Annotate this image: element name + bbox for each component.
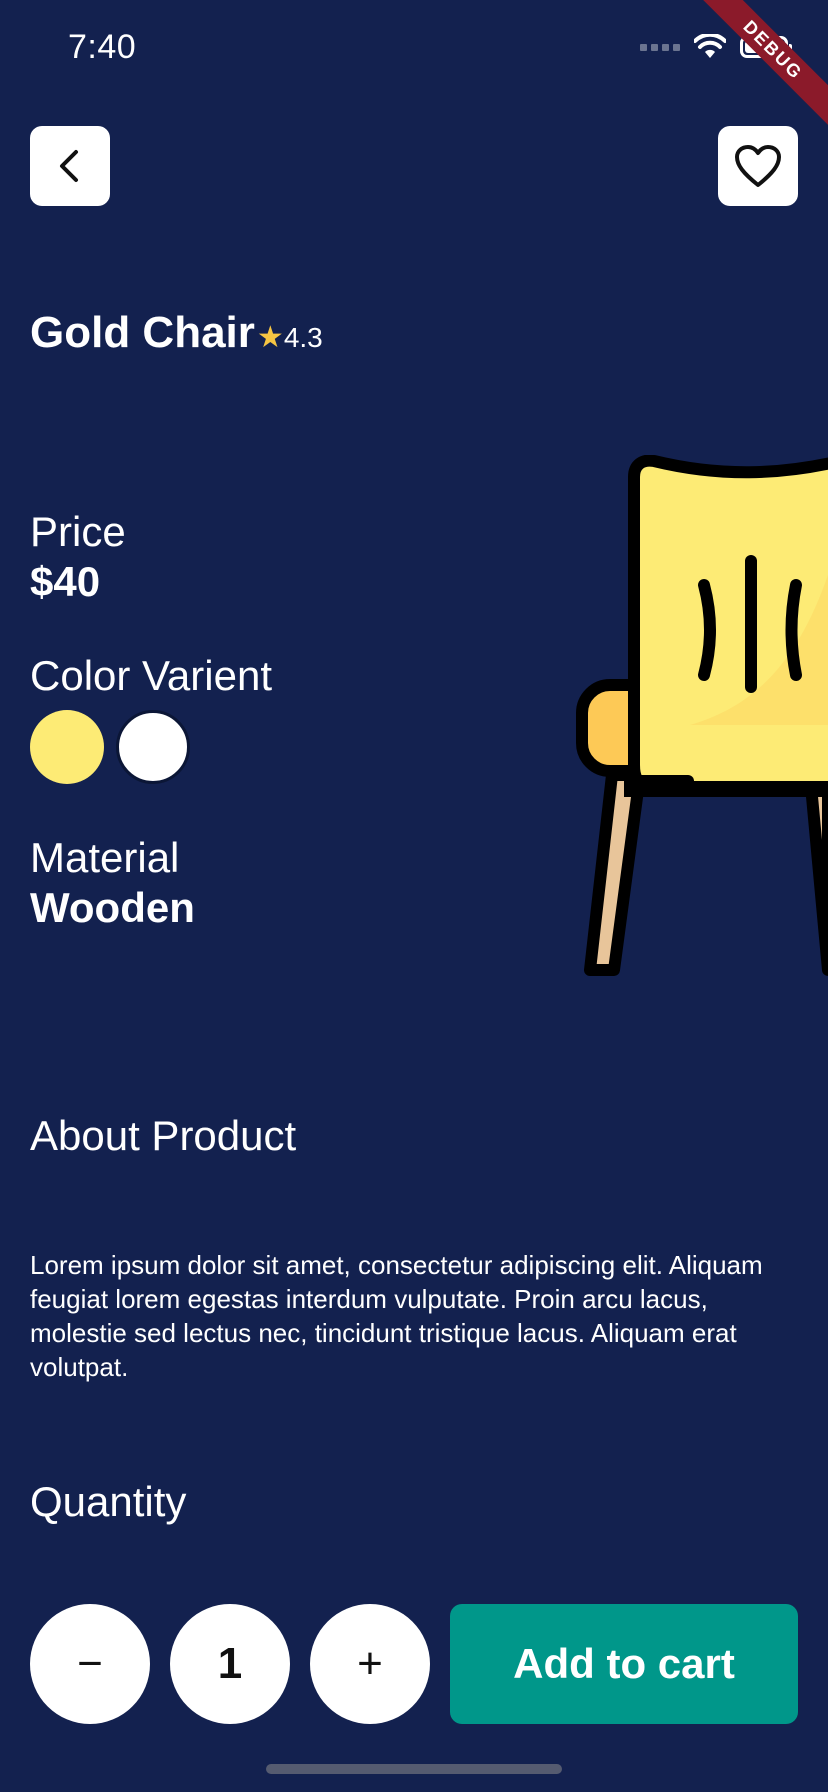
heart-icon [735,145,781,187]
material-value: Wooden [30,884,195,931]
chair-image [576,455,828,976]
color-swatch-white[interactable] [116,710,190,784]
material-label: Material [30,834,180,881]
debug-banner: DEBUG [695,0,828,128]
wifi-icon [694,34,726,58]
product-title-row: Gold Chair ★ 4.3 [30,308,323,358]
back-button[interactable] [30,126,110,206]
about-product-text: Lorem ipsum dolor sit amet, consectetur … [30,1250,763,1382]
product-rating: 4.3 [283,322,323,353]
minus-icon: − [77,1639,103,1688]
increase-quantity-button[interactable]: + [310,1604,430,1724]
quantity-title: Quantity [30,1478,187,1525]
add-to-cart-button[interactable]: Add to cart [450,1604,798,1724]
quantity-value: 1 [170,1604,290,1724]
favorite-button[interactable] [718,126,798,206]
color-swatches [30,710,190,784]
price-value: $40 [30,558,101,605]
home-indicator[interactable] [266,1764,562,1774]
decrease-quantity-button[interactable]: − [30,1604,150,1724]
status-time: 7:40 [68,28,137,66]
product-name: Gold Chair [30,308,255,357]
color-variant-label: Color Varient [30,652,272,699]
price-label: Price [30,508,126,555]
color-swatch-yellow[interactable] [30,710,104,784]
about-product-title: About Product [30,1112,297,1159]
signal-icon [640,43,680,51]
plus-icon: + [357,1639,383,1688]
star-icon: ★ [256,321,284,354]
back-arrow-icon [60,150,78,182]
